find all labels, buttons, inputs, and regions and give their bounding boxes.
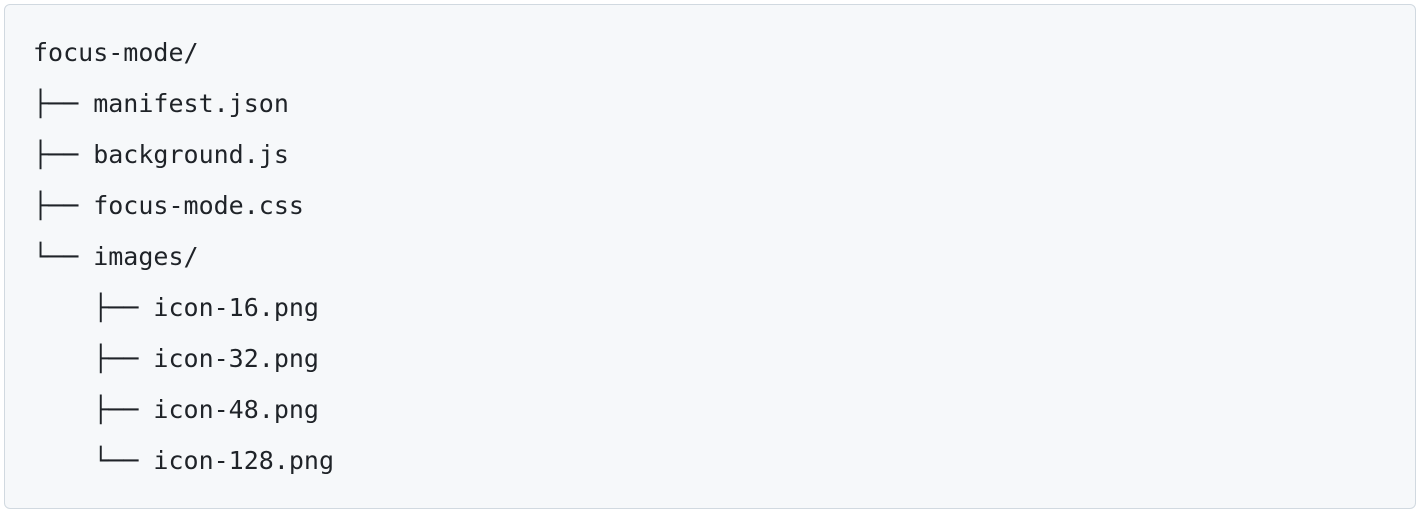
tree-line: ├── icon-48.png	[33, 395, 319, 424]
tree-line: ├── focus-mode.css	[33, 191, 304, 220]
tree-line: ├── background.js	[33, 140, 289, 169]
tree-line: ├── icon-16.png	[33, 293, 319, 322]
tree-line: ├── icon-32.png	[33, 344, 319, 373]
directory-tree-code-block: focus-mode/ ├── manifest.json ├── backgr…	[4, 4, 1416, 509]
tree-line: └── icon-128.png	[33, 446, 334, 475]
tree-line: └── images/	[33, 242, 199, 271]
tree-line: focus-mode/	[33, 38, 199, 67]
tree-line: ├── manifest.json	[33, 89, 289, 118]
